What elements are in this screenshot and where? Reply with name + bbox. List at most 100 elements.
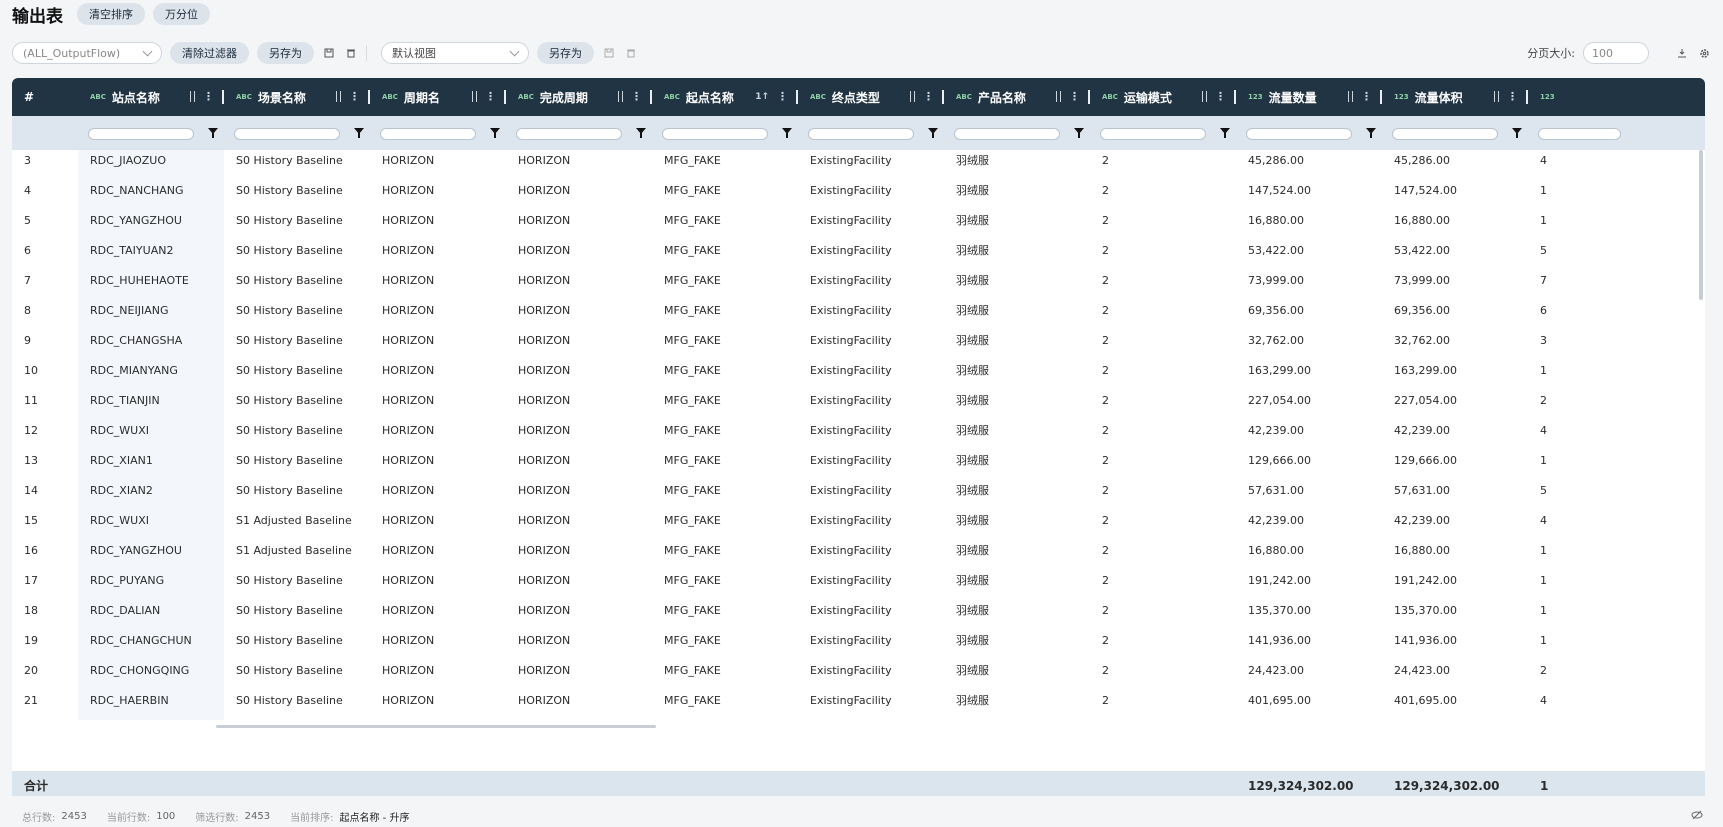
cell-destination-type[interactable]: ExistingFacility bbox=[798, 600, 944, 630]
cell-origin-name[interactable]: MFG_FAKE bbox=[652, 150, 798, 180]
column-header-product-name[interactable]: ABC 产品名称 ⋮ bbox=[944, 78, 1090, 116]
cell-site-name[interactable]: RDC_CHANGCHUN bbox=[78, 630, 224, 660]
cell-transport-mode[interactable]: 2 bbox=[1090, 630, 1236, 660]
cell-completion-period[interactable]: HORIZON bbox=[506, 630, 652, 660]
table-row[interactable]: 13 RDC_XIAN1 S0 History Baseline HORIZON HOR… bbox=[12, 450, 1705, 480]
cell-period-name[interactable]: HORIZON bbox=[370, 540, 506, 570]
cell-product-name[interactable]: 羽绒服 bbox=[944, 660, 1090, 690]
column-menu-icon[interactable]: ⋮ bbox=[777, 91, 788, 102]
cell-extra[interactable]: 1 bbox=[1528, 450, 1651, 480]
cell-origin-name[interactable]: MFG_FAKE bbox=[652, 600, 798, 630]
table-row[interactable]: 19 RDC_CHANGCHUN S0 History Baseline HORIZO… bbox=[12, 630, 1705, 660]
cell-transport-mode[interactable]: 2 bbox=[1090, 420, 1236, 450]
cell-completion-period[interactable]: HORIZON bbox=[506, 690, 652, 720]
cell-completion-period[interactable]: HORIZON bbox=[506, 570, 652, 600]
clear-sort-button[interactable]: 清空排序 bbox=[77, 3, 145, 25]
column-header-extra[interactable]: 123 bbox=[1528, 78, 1651, 116]
cell-row-index[interactable]: 7 bbox=[12, 270, 78, 300]
cell-flow-volume[interactable]: 32,762.00 bbox=[1382, 330, 1528, 360]
column-header-site-name[interactable]: ABC 站点名称 ⋮ bbox=[78, 78, 224, 116]
cell-flow-quantity[interactable]: 401,695.00 bbox=[1236, 690, 1382, 720]
cell-origin-name[interactable]: MFG_FAKE bbox=[652, 450, 798, 480]
cell-destination-type[interactable]: ExistingFacility bbox=[798, 420, 944, 450]
cell-origin-name[interactable]: MFG_FAKE bbox=[652, 690, 798, 720]
cell-transport-mode[interactable]: 2 bbox=[1090, 450, 1236, 480]
save-as-filter-button[interactable]: 另存为 bbox=[257, 42, 314, 64]
cell-period-name[interactable]: HORIZON bbox=[370, 300, 506, 330]
cell-flow-quantity[interactable]: 42,239.00 bbox=[1236, 510, 1382, 540]
cell-row-index[interactable]: 9 bbox=[12, 330, 78, 360]
column-menu-icon[interactable]: ⋮ bbox=[923, 91, 934, 102]
cell-flow-volume[interactable]: 147,524.00 bbox=[1382, 180, 1528, 210]
table-row[interactable]: 11 RDC_TIANJIN S0 History Baseline HORIZON H… bbox=[12, 390, 1705, 420]
cell-product-name[interactable]: 羽绒服 bbox=[944, 300, 1090, 330]
vertical-scrollbar[interactable] bbox=[1699, 150, 1703, 300]
cell-destination-type[interactable]: ExistingFacility bbox=[798, 270, 944, 300]
filter-input[interactable] bbox=[1100, 128, 1206, 140]
download-icon[interactable] bbox=[1675, 46, 1689, 60]
save-icon[interactable] bbox=[602, 46, 616, 60]
filter-select[interactable]: (ALL_OutputFlow) bbox=[12, 42, 162, 64]
cell-product-name[interactable]: 羽绒服 bbox=[944, 210, 1090, 240]
cell-transport-mode[interactable]: 2 bbox=[1090, 480, 1236, 510]
cell-flow-quantity[interactable]: 16,880.00 bbox=[1236, 540, 1382, 570]
filter-icon[interactable] bbox=[208, 128, 218, 138]
cell-flow-quantity[interactable]: 45,286.00 bbox=[1236, 150, 1382, 180]
cell-scenario-name[interactable]: S0 History Baseline bbox=[224, 210, 370, 240]
cell-flow-volume[interactable]: 191,242.00 bbox=[1382, 570, 1528, 600]
cell-origin-name[interactable]: MFG_FAKE bbox=[652, 510, 798, 540]
filter-input[interactable] bbox=[380, 128, 476, 140]
cell-row-index[interactable]: 18 bbox=[12, 600, 78, 630]
filter-icon[interactable] bbox=[1074, 128, 1084, 138]
horizontal-scrollbar[interactable] bbox=[216, 725, 656, 728]
cell-site-name[interactable]: RDC_TIANJIN bbox=[78, 390, 224, 420]
resize-handle-icon[interactable] bbox=[618, 91, 623, 102]
cell-scenario-name[interactable]: S0 History Baseline bbox=[224, 270, 370, 300]
cell-transport-mode[interactable]: 2 bbox=[1090, 300, 1236, 330]
cell-origin-name[interactable]: MFG_FAKE bbox=[652, 390, 798, 420]
save-icon[interactable] bbox=[322, 46, 336, 60]
cell-origin-name[interactable]: MFG_FAKE bbox=[652, 210, 798, 240]
cell-scenario-name[interactable]: S0 History Baseline bbox=[224, 660, 370, 690]
filter-input[interactable] bbox=[516, 128, 622, 140]
cell-row-index[interactable]: 16 bbox=[12, 540, 78, 570]
filter-icon[interactable] bbox=[782, 128, 792, 138]
cell-completion-period[interactable]: HORIZON bbox=[506, 300, 652, 330]
cell-period-name[interactable]: HORIZON bbox=[370, 660, 506, 690]
cell-extra[interactable]: 1 bbox=[1528, 570, 1651, 600]
cell-period-name[interactable]: HORIZON bbox=[370, 510, 506, 540]
trash-icon[interactable] bbox=[624, 46, 638, 60]
resize-handle-icon[interactable] bbox=[336, 91, 341, 102]
cell-origin-name[interactable]: MFG_FAKE bbox=[652, 480, 798, 510]
cell-site-name[interactable]: RDC_WUXI bbox=[78, 510, 224, 540]
cell-row-index[interactable]: 6 bbox=[12, 240, 78, 270]
cell-product-name[interactable]: 羽绒服 bbox=[944, 330, 1090, 360]
cell-extra[interactable]: 4 bbox=[1528, 690, 1651, 720]
column-menu-icon[interactable]: ⋮ bbox=[1507, 91, 1518, 102]
cell-flow-quantity[interactable]: 141,936.00 bbox=[1236, 630, 1382, 660]
cell-site-name[interactable]: RDC_WUXI bbox=[78, 420, 224, 450]
gear-icon[interactable] bbox=[1697, 46, 1711, 60]
column-header-flow-quantity[interactable]: 123 流量数量 ⋮ bbox=[1236, 78, 1382, 116]
filter-input[interactable] bbox=[1538, 128, 1621, 140]
cell-flow-quantity[interactable]: 16,880.00 bbox=[1236, 210, 1382, 240]
resize-handle-icon[interactable] bbox=[1056, 91, 1061, 102]
cell-extra[interactable]: 1 bbox=[1528, 540, 1651, 570]
cell-origin-name[interactable]: MFG_FAKE bbox=[652, 360, 798, 390]
save-as-view-button[interactable]: 另存为 bbox=[537, 42, 594, 64]
cell-product-name[interactable]: 羽绒服 bbox=[944, 180, 1090, 210]
cell-site-name[interactable]: RDC_HAERBIN bbox=[78, 690, 224, 720]
cell-flow-volume[interactable]: 53,422.00 bbox=[1382, 240, 1528, 270]
cell-extra[interactable]: 1 bbox=[1528, 210, 1651, 240]
cell-flow-volume[interactable]: 16,880.00 bbox=[1382, 540, 1528, 570]
cell-extra[interactable]: 1 bbox=[1528, 600, 1651, 630]
cell-period-name[interactable]: HORIZON bbox=[370, 360, 506, 390]
column-header-period-name[interactable]: ABC 周期名 ⋮ bbox=[370, 78, 506, 116]
column-menu-icon[interactable]: ⋮ bbox=[1215, 91, 1226, 102]
cell-destination-type[interactable]: ExistingFacility bbox=[798, 150, 944, 180]
cell-site-name[interactable]: RDC_XIAN1 bbox=[78, 450, 224, 480]
cell-row-index[interactable]: 11 bbox=[12, 390, 78, 420]
filter-icon[interactable] bbox=[1220, 128, 1230, 138]
page-size-input[interactable] bbox=[1583, 42, 1649, 64]
table-row[interactable]: 16 RDC_YANGZHOU S1 Adjusted Baseline HORIZO… bbox=[12, 540, 1705, 570]
